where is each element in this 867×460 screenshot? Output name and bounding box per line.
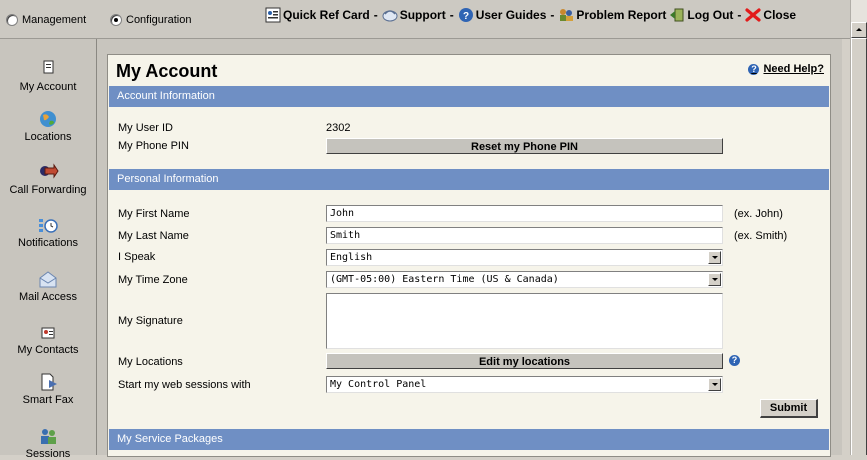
submit-button[interactable]: Submit [760,399,818,418]
toolbar-separator: - [373,8,378,22]
support-link[interactable]: Support [382,7,446,23]
toolbar-separator: - [550,8,555,22]
chevron-down-icon[interactable] [708,251,721,264]
chevron-down-icon[interactable] [708,273,721,286]
main-panel: My Account ? Need Help? Account Informat… [97,39,842,457]
support-label: Support [399,8,446,22]
user-guides-label: User Guides [475,8,547,22]
top-bar: Management Configuration Quick Ref Card … [0,0,867,39]
configuration-radio-option[interactable]: Configuration [110,14,191,26]
sidebar-item-label: Locations [24,131,72,143]
sidebar-item-locations[interactable]: Locations [0,109,96,143]
globe-icon [37,109,59,129]
toolbar: Quick Ref Card - Support - ? User Guides… [265,4,796,26]
scroll-up-arrow-icon[interactable] [851,22,867,38]
last-name-hint: (ex. Smith) [734,230,788,242]
locations-label: My Locations [118,356,183,368]
need-help-label: Need Help? [763,63,824,75]
service-packages-header: My Service Packages [109,429,829,450]
signature-label: My Signature [118,315,183,327]
forward-arrow-icon [37,162,59,182]
question-icon: ? [458,7,474,23]
log-out-icon [669,7,685,23]
last-name-field[interactable]: Smith [326,227,723,244]
need-help-link[interactable]: ? Need Help? [748,63,824,75]
page-title: My Account [116,61,218,81]
sidebar: My Account Locations Call Forwarding Not… [0,39,97,460]
management-radio-option[interactable]: Management [6,14,86,26]
account-information-header: Account Information [109,86,829,107]
language-select[interactable]: English [326,249,723,266]
problem-report-label: Problem Report [576,8,667,22]
first-name-label: My First Name [118,208,190,220]
edit-locations-button[interactable]: Edit my locations [326,353,723,369]
user-guides-link[interactable]: ? User Guides [458,7,547,23]
log-out-link[interactable]: Log Out [669,7,733,23]
support-icon [382,7,398,23]
phone-pin-label: My Phone PIN [118,140,189,152]
sidebar-item-label: Sessions [25,448,71,460]
log-out-label: Log Out [687,8,734,22]
user-id-label: My User ID [118,122,173,134]
account-card: My Account ? Need Help? Account Informat… [107,54,831,457]
help-icon[interactable]: ? [729,355,740,366]
close-label: Close [763,8,797,22]
configuration-radio[interactable] [110,14,122,26]
sidebar-item-my-account[interactable]: My Account [0,59,96,93]
configuration-radio-label: Configuration [126,14,192,26]
web-sessions-select-value: My Control Panel [330,379,427,390]
users-icon [37,426,59,446]
sidebar-item-label: My Account [19,81,77,93]
scroll-thumb[interactable] [851,38,867,455]
web-sessions-select[interactable]: My Control Panel [326,376,723,393]
time-zone-label: My Time Zone [118,274,188,286]
sidebar-item-label: Call Forwarding [9,184,87,196]
language-select-value: English [330,252,373,263]
close-icon [745,7,762,23]
document-icon [37,59,59,79]
fax-icon [37,372,59,392]
toolbar-separator: - [737,8,742,22]
sidebar-item-mail-access[interactable]: Mail Access [0,269,96,303]
time-zone-select-value: (GMT-05:00) Eastern Time (US & Canada) [330,274,559,285]
vertical-scrollbar[interactable] [850,0,867,455]
web-sessions-label: Start my web sessions with [118,379,251,391]
time-zone-select[interactable]: (GMT-05:00) Eastern Time (US & Canada) [326,271,723,288]
sidebar-item-smart-fax[interactable]: Smart Fax [0,372,96,406]
toolbar-separator: - [449,8,454,22]
problem-report-link[interactable]: Problem Report [558,7,666,23]
svg-text:?: ? [463,11,469,22]
management-radio[interactable] [6,14,18,26]
quick-ref-card-icon [265,7,281,23]
first-name-hint: (ex. John) [734,208,783,220]
problem-report-icon [558,7,574,23]
signature-textarea[interactable] [326,293,723,349]
language-label: I Speak [118,251,156,263]
mail-icon [37,269,59,289]
sidebar-item-label: Mail Access [18,291,78,303]
management-radio-label: Management [22,14,87,26]
sidebar-item-notifications[interactable]: Notifications [0,215,96,249]
sidebar-item-label: My Contacts [17,344,79,356]
personal-information-header: Personal Information [109,169,829,190]
contact-card-icon [37,322,59,342]
sidebar-item-call-forwarding[interactable]: Call Forwarding [0,162,96,196]
quick-ref-card-link[interactable]: Quick Ref Card [265,7,370,23]
close-link[interactable]: Close [745,7,796,23]
help-icon: ? [748,63,760,75]
chevron-down-icon[interactable] [708,378,721,391]
reset-phone-pin-button[interactable]: Reset my Phone PIN [326,138,723,154]
sidebar-item-label: Notifications [18,237,78,249]
last-name-label: My Last Name [118,230,189,242]
user-id-value: 2302 [326,122,351,134]
first-name-field[interactable]: John [326,205,723,222]
quick-ref-card-label: Quick Ref Card [283,8,370,22]
sidebar-item-label: Smart Fax [22,394,74,406]
sidebar-item-my-contacts[interactable]: My Contacts [0,322,96,356]
clock-notification-icon [37,215,59,235]
